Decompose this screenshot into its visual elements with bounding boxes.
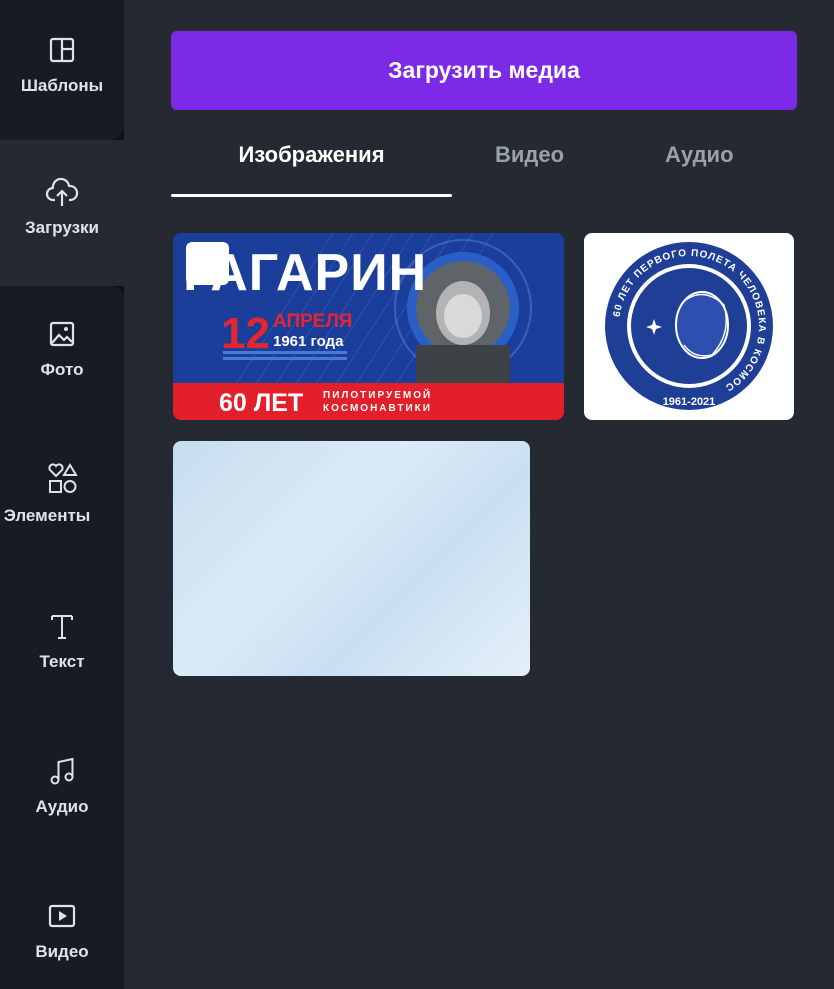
sidebar-item-photos[interactable]: Фото (0, 318, 124, 380)
sidebar-item-audio[interactable]: Аудио (0, 755, 124, 817)
sidebar-item-label: Аудио (35, 797, 89, 816)
sidebar-item-text[interactable]: Текст (0, 610, 124, 672)
poster-day: 12 (221, 309, 270, 358)
sidebar-item-label: Видео (35, 942, 89, 961)
sidebar-item-elements[interactable]: Элементы (0, 462, 124, 526)
upload-media-button[interactable]: Загрузить медиа (171, 31, 797, 110)
poster-subtitle-line2: КОСМОНАВТИКИ (323, 403, 432, 414)
sidebar-item-label: Элементы (3, 506, 91, 525)
music-note-icon (50, 757, 74, 785)
select-checkbox[interactable] (186, 242, 229, 285)
text-icon (51, 615, 73, 639)
emblem-years: 1961-2021 (663, 396, 716, 408)
poster-month: АПРЕЛЯ (273, 311, 353, 332)
poster-years-label: 60 ЛЕТ (219, 389, 304, 417)
sidebar-item-uploads[interactable]: Загрузки (0, 140, 124, 286)
shapes-icon (48, 463, 78, 493)
poster-subtitle-line1: ПИЛОТИРУЕМОЙ (323, 390, 433, 401)
tab-images[interactable]: Изображения (171, 142, 452, 168)
image-icon (49, 321, 75, 347)
sidebar-item-video[interactable]: Видео (0, 900, 124, 962)
video-play-icon (48, 904, 76, 928)
tab-video[interactable]: Видео (495, 142, 564, 168)
sidebar-item-label: Текст (39, 652, 85, 671)
layout-icon (49, 37, 75, 63)
left-sidebar: Шаблоны Загрузки Фото Элементы Текст Ауд… (0, 0, 124, 989)
active-tab-underline (171, 194, 452, 197)
sidebar-item-label: Фото (40, 360, 84, 379)
uploaded-image-emblem[interactable]: 60 ЛЕТ ПЕРВОГО ПОЛЕТА ЧЕЛОВЕКА В КОСМОС … (584, 233, 794, 420)
emblem-art: 60 ЛЕТ ПЕРВОГО ПОЛЕТА ЧЕЛОВЕКА В КОСМОС … (605, 242, 773, 410)
sidebar-item-templates[interactable]: Шаблоны (0, 0, 124, 140)
uploaded-image-sky[interactable] (173, 441, 530, 676)
sidebar-item-label: Загрузки (25, 218, 99, 237)
cloud-upload-icon (45, 177, 79, 206)
uploaded-image-gagarin-poster[interactable]: ГАГАРИН 12 АПРЕЛЯ 1961 года 60 ЛЕТ ПИЛОТ… (173, 233, 564, 420)
tab-audio[interactable]: Аудио (665, 142, 734, 168)
poster-year: 1961 года (273, 333, 344, 350)
sidebar-item-label: Шаблоны (20, 76, 104, 95)
